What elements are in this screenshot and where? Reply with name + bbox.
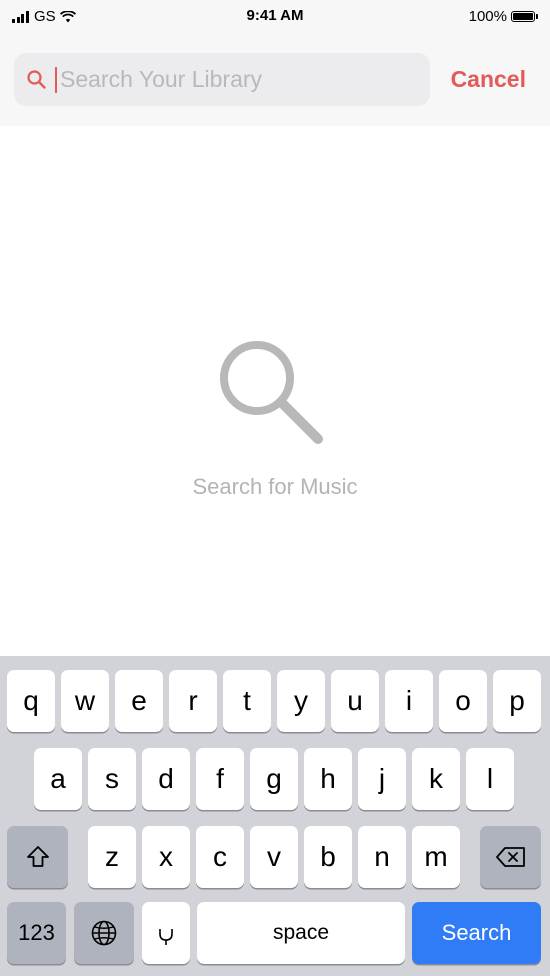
key-f[interactable]: f — [196, 748, 244, 810]
status-time: 9:41 AM — [246, 7, 304, 24]
search-icon — [27, 70, 46, 89]
search-field[interactable] — [14, 53, 430, 106]
key-k[interactable]: k — [412, 748, 460, 810]
key-j[interactable]: j — [358, 748, 406, 810]
search-header: Cancel — [0, 36, 550, 126]
status-right: 100% — [469, 8, 538, 25]
music-search-screen: GS 9:41 AM 100% Cancel — [0, 0, 550, 976]
key-b[interactable]: b — [304, 826, 352, 888]
search-key[interactable]: Search — [412, 902, 541, 964]
key-m[interactable]: m — [412, 826, 460, 888]
key-w[interactable]: w — [61, 670, 109, 732]
cancel-button[interactable]: Cancel — [451, 66, 526, 93]
numbers-key[interactable]: 123 — [7, 902, 66, 964]
keyboard: q w e r t y u i o p a s d f g h j k l z … — [0, 656, 550, 976]
delete-key[interactable] — [480, 826, 541, 888]
key-g[interactable]: g — [250, 748, 298, 810]
key-a[interactable]: a — [34, 748, 82, 810]
battery-icon — [511, 11, 535, 22]
key-s[interactable]: s — [88, 748, 136, 810]
keyboard-row-2: a s d f g h j k l — [0, 748, 550, 810]
magnifier-icon — [220, 341, 323, 444]
key-i[interactable]: i — [385, 670, 433, 732]
key-r[interactable]: r — [169, 670, 217, 732]
keyboard-row-1: q w e r t y u i o p — [0, 670, 550, 732]
empty-state: Search for Music — [0, 126, 550, 656]
shift-icon — [26, 846, 49, 867]
backspace-icon — [495, 847, 525, 867]
key-p[interactable]: p — [493, 670, 541, 732]
key-h[interactable]: h — [304, 748, 352, 810]
text-cursor — [55, 67, 57, 93]
key-z[interactable]: z — [88, 826, 136, 888]
globe-icon — [91, 920, 117, 946]
key-x[interactable]: x — [142, 826, 190, 888]
battery-percentage: 100% — [468, 8, 507, 25]
empty-state-message: Search for Music — [192, 474, 358, 499]
key-t[interactable]: t — [223, 670, 271, 732]
microphone-icon — [159, 929, 173, 945]
key-o[interactable]: o — [439, 670, 487, 732]
shift-key[interactable] — [7, 826, 68, 888]
search-input[interactable] — [60, 53, 420, 106]
key-y[interactable]: y — [277, 670, 325, 732]
globe-key[interactable] — [74, 902, 134, 964]
key-e[interactable]: e — [115, 670, 163, 732]
key-l[interactable]: l — [466, 748, 514, 810]
key-u[interactable]: u — [331, 670, 379, 732]
keyboard-row-3: z x c v b n m — [0, 826, 550, 888]
keyboard-row-4: 123 space Search — [0, 902, 550, 964]
key-v[interactable]: v — [250, 826, 298, 888]
status-bar: GS 9:41 AM 100% — [0, 0, 550, 36]
key-n[interactable]: n — [358, 826, 406, 888]
key-d[interactable]: d — [142, 748, 190, 810]
dictation-key[interactable] — [142, 902, 190, 964]
space-key[interactable]: space — [197, 902, 405, 964]
key-c[interactable]: c — [196, 826, 244, 888]
key-q[interactable]: q — [7, 670, 55, 732]
